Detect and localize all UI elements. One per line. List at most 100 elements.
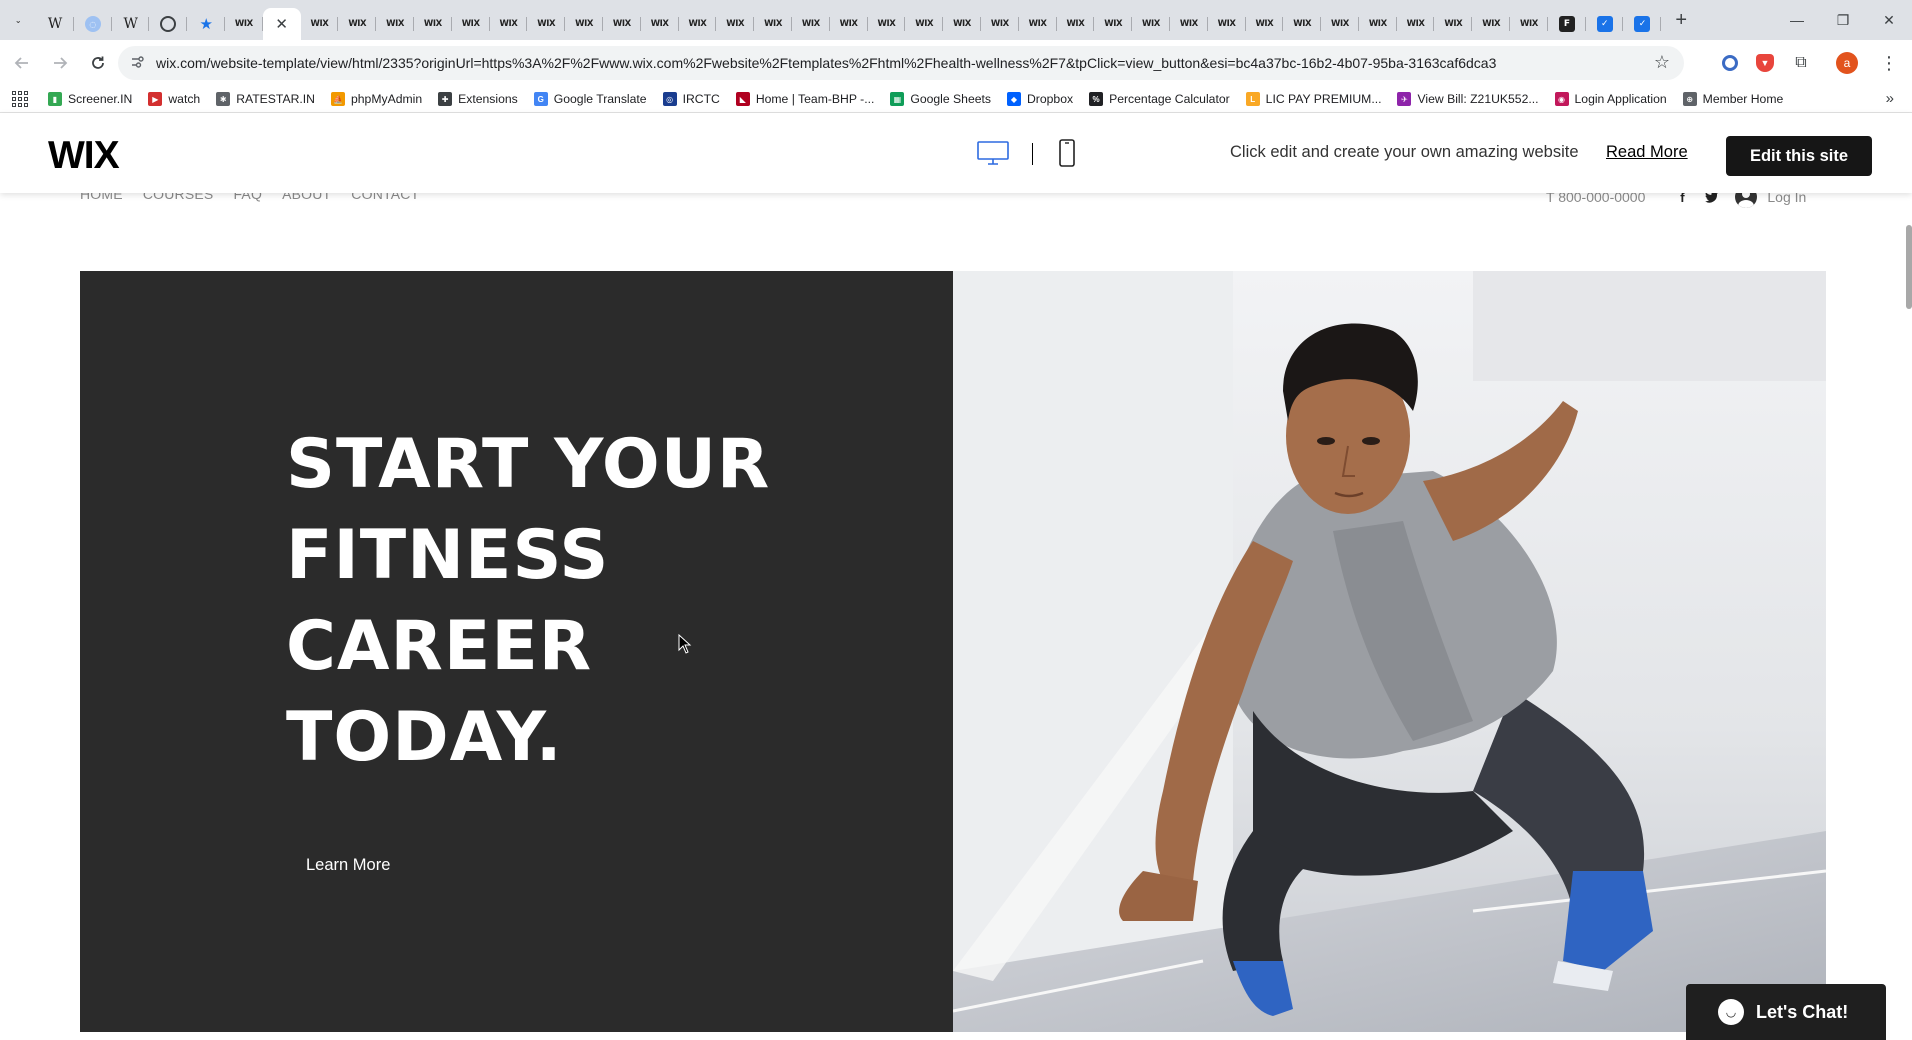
browser-tab[interactable]: WIX xyxy=(490,8,528,40)
browser-tab[interactable]: ★ xyxy=(187,8,225,40)
bookmark-item[interactable]: G Google Translate xyxy=(533,92,647,106)
mobile-view-icon[interactable] xyxy=(1059,139,1075,167)
bookmark-favicon-icon: ⛵ xyxy=(330,92,345,106)
window-close-button[interactable]: ✕ xyxy=(1866,0,1912,40)
bookmark-item[interactable]: ✚ Extensions xyxy=(438,92,518,106)
address-bar[interactable]: wix.com/website-template/view/html/2335?… xyxy=(118,46,1684,80)
browser-tab[interactable]: WIX xyxy=(301,8,339,40)
bookmark-star-icon[interactable]: ☆ xyxy=(1654,52,1670,73)
read-more-link[interactable]: Read More xyxy=(1606,143,1688,162)
browser-tab[interactable]: ◌ xyxy=(74,8,112,40)
globe-icon: ◌ xyxy=(84,16,101,32)
browser-tab[interactable]: WIX xyxy=(1019,8,1057,40)
browser-tab[interactable]: WIX xyxy=(716,8,754,40)
url-text[interactable]: wix.com/website-template/view/html/2335?… xyxy=(156,55,1496,71)
browser-tab[interactable]: WIX xyxy=(527,8,565,40)
browser-tab[interactable]: ✕ xyxy=(262,8,301,40)
bookmark-item[interactable]: % Percentage Calculator xyxy=(1089,92,1230,106)
browser-tab[interactable]: F xyxy=(1548,8,1586,40)
profile-avatar[interactable]: a xyxy=(1836,52,1858,74)
bookmark-item[interactable]: L LIC PAY PREMIUM... xyxy=(1245,92,1381,106)
browser-tab[interactable]: WIX xyxy=(603,8,641,40)
more-menu-icon[interactable]: ⋮ xyxy=(1880,53,1898,74)
wix-logo[interactable]: WIX xyxy=(48,134,120,178)
bookmark-item[interactable]: ◆ Dropbox xyxy=(1007,92,1073,106)
browser-tab[interactable]: WIX xyxy=(1321,8,1359,40)
wix-icon: WIX xyxy=(575,19,593,29)
wix-icon: WIX xyxy=(612,19,631,29)
browser-tab[interactable]: WIX xyxy=(905,8,943,40)
wix-icon: WIX xyxy=(1444,19,1463,29)
bookmark-item[interactable]: ⛵ phpMyAdmin xyxy=(330,92,422,106)
bookmark-item[interactable]: ◎ IRCTC xyxy=(662,92,720,106)
bookmark-item[interactable]: ▦ Google Sheets xyxy=(890,92,991,106)
browser-tab[interactable]: WIX xyxy=(1170,8,1208,40)
browser-tab[interactable]: WIX xyxy=(641,8,679,40)
browser-tab[interactable]: WIX xyxy=(981,8,1019,40)
apps-grid-icon[interactable] xyxy=(12,91,28,107)
browser-tab[interactable]: WIX xyxy=(1132,8,1170,40)
browser-tab[interactable]: WIX xyxy=(225,8,263,40)
restore-button[interactable]: ❐ xyxy=(1820,0,1866,40)
new-tab-button[interactable]: + xyxy=(1665,4,1697,36)
browser-tab[interactable]: WIX xyxy=(1510,8,1548,40)
browser-tab[interactable]: W xyxy=(36,8,74,40)
browser-tab[interactable]: WIX xyxy=(679,8,717,40)
browser-tab[interactable]: WIX xyxy=(1246,8,1284,40)
browser-tab[interactable]: WIX xyxy=(376,8,414,40)
browser-tab[interactable]: WIX xyxy=(1472,8,1510,40)
extension-ring-icon[interactable] xyxy=(1722,55,1738,71)
desktop-view-icon[interactable] xyxy=(977,141,1009,165)
browser-tab[interactable]: WIX xyxy=(1359,8,1397,40)
browser-tab[interactable]: WIX xyxy=(1094,8,1132,40)
brave-shield-icon[interactable]: ▼ xyxy=(1756,54,1774,72)
learn-more-button[interactable]: Learn More xyxy=(306,856,390,875)
wix-icon: WIX xyxy=(1179,19,1198,29)
edit-site-button[interactable]: Edit this site xyxy=(1726,136,1872,176)
browser-tab[interactable]: WIX xyxy=(943,8,981,40)
reload-button[interactable] xyxy=(82,47,114,79)
browser-tab[interactable] xyxy=(149,8,187,40)
browser-tab[interactable]: WIX xyxy=(1057,8,1095,40)
bookmark-item[interactable]: ✈ View Bill: Z21UK552... xyxy=(1397,92,1539,106)
bookmark-item[interactable]: ◉ Login Application xyxy=(1554,92,1667,106)
bookmark-item[interactable]: ⊕ Member Home xyxy=(1682,92,1783,106)
device-separator xyxy=(1032,143,1033,165)
bookmark-app-icon: ✓ xyxy=(1596,16,1613,32)
bookmarks-overflow-icon[interactable]: » xyxy=(1886,90,1894,107)
browser-tab[interactable]: WIX xyxy=(1208,8,1246,40)
bookmark-favicon-icon: ◎ xyxy=(662,92,677,106)
bookmark-item[interactable]: ◣ Home | Team-BHP -... xyxy=(735,92,874,106)
hero-title: START YOUR FITNESS CAREER TODAY. xyxy=(286,419,826,783)
wix-icon: WIX xyxy=(877,19,896,29)
browser-tab[interactable]: WIX xyxy=(792,8,830,40)
browser-tab[interactable]: ✓ xyxy=(1623,8,1662,40)
browser-tab[interactable]: WIX xyxy=(1283,8,1321,40)
browser-tab[interactable]: W xyxy=(112,8,150,40)
bookmark-item[interactable]: ▮ Screener.IN xyxy=(48,92,132,106)
back-button[interactable] xyxy=(6,47,38,79)
bookmark-item[interactable]: ▶ watch xyxy=(148,92,200,106)
browser-tab[interactable]: ✓ xyxy=(1586,8,1624,40)
forward-button[interactable] xyxy=(44,47,76,79)
browser-tab[interactable]: WIX xyxy=(565,8,603,40)
browser-tab[interactable]: WIX xyxy=(1397,8,1435,40)
browser-tab[interactable]: WIX xyxy=(414,8,452,40)
browser-tab[interactable]: WIX xyxy=(452,8,490,40)
browser-tab[interactable]: WIX xyxy=(830,8,868,40)
tab-search-button[interactable]: ⌄ xyxy=(0,0,36,40)
browser-tab[interactable]: WIX xyxy=(1434,8,1473,40)
bookmark-favicon-icon: ◉ xyxy=(1554,92,1569,106)
close-icon[interactable]: ✕ xyxy=(275,15,288,33)
wix-icon: WIX xyxy=(537,19,556,29)
browser-tab[interactable]: WIX xyxy=(754,8,792,40)
puzzle-icon[interactable]: ⧉ xyxy=(1792,54,1810,72)
tab-list: ⌄ W ◌ W ★ WIX ✕ WIX WIX WIX WIX WIX WIX WIX WIX WIX WIX W… xyxy=(0,0,1662,40)
browser-tab[interactable]: WIX xyxy=(868,8,906,40)
bookmark-item[interactable]: ✱ RATESTAR.IN xyxy=(216,92,315,106)
site-info-icon[interactable] xyxy=(128,55,146,72)
minimize-button[interactable]: — xyxy=(1774,0,1820,40)
chat-button[interactable]: ◡ Let's Chat! xyxy=(1686,984,1886,1040)
page-scrollbar-thumb[interactable] xyxy=(1906,225,1912,309)
browser-tab[interactable]: WIX xyxy=(338,8,376,40)
